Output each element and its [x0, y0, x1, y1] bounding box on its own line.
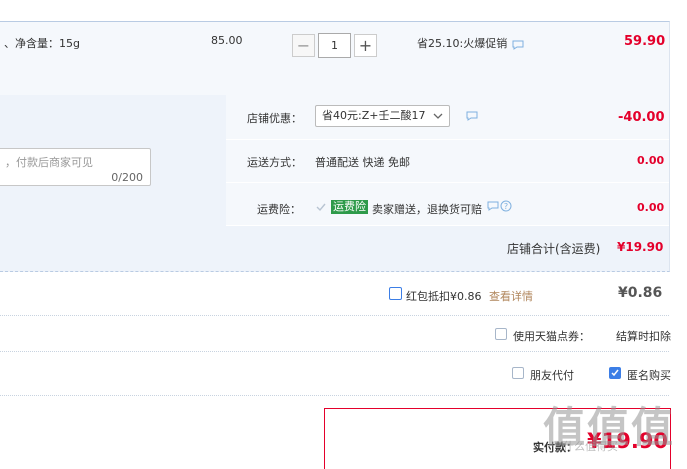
shop-discount-amount: -40.00: [618, 110, 665, 125]
redpacket-label: 红包抵扣¥0.86: [406, 290, 482, 303]
shop-discount-select[interactable]: 省40元:Z+壬二酸17: [315, 105, 450, 127]
help-icon[interactable]: ?: [500, 200, 512, 215]
points-note: 结算时扣除: [616, 330, 671, 343]
shop-subtotal-value: ¥19.90: [617, 240, 664, 254]
insurance-check-icon: [315, 201, 327, 216]
message-counter: 0/200: [111, 171, 143, 184]
quantity-increase-button[interactable]: +: [354, 34, 377, 57]
discount-chat-icon[interactable]: [466, 111, 478, 124]
item-original-price: 85.00: [211, 34, 243, 47]
message-placeholder: ，付款后商家可见: [5, 156, 93, 169]
divider: [226, 139, 669, 140]
friend-pay-label: 朋友代付: [530, 369, 574, 382]
divider: [0, 315, 669, 316]
insurance-chat-icon[interactable]: [487, 201, 499, 214]
divider: [226, 225, 669, 226]
shop-subtotal-label: 店铺合计(含运费): [507, 242, 601, 256]
item-spec: 、净含量：15g: [4, 37, 80, 50]
divider: [226, 182, 669, 183]
item-price: 59.90: [624, 34, 666, 49]
chevron-down-icon: [433, 109, 443, 129]
redpacket-details-link[interactable]: 查看详情: [489, 288, 533, 304]
svg-text:?: ?: [504, 202, 508, 211]
watermark-site: 什么值得买: [563, 440, 618, 453]
insurance-label: 运费险：: [257, 203, 301, 216]
shipping-label: 运送方式：: [247, 156, 302, 169]
points-label: 使用天猫点券：: [513, 330, 590, 343]
redpacket-checkbox[interactable]: [389, 287, 402, 300]
redpacket-amount: ¥0.86: [618, 285, 663, 301]
checkmark-icon: [611, 369, 619, 377]
insurance-amount: 0.00: [637, 201, 665, 214]
divider: [0, 351, 669, 352]
anonymous-checkbox[interactable]: [609, 367, 621, 379]
anonymous-label: 匿名购买: [627, 369, 671, 382]
insurance-desc: 卖家赠送，退换货可赔: [372, 203, 482, 216]
shop-discount-selected: 省40元:Z+壬二酸17: [322, 109, 426, 122]
friend-pay-checkbox[interactable]: [512, 367, 524, 379]
promo-chat-icon[interactable]: [512, 40, 524, 53]
points-checkbox[interactable]: [495, 328, 507, 340]
shipping-amount: 0.00: [637, 154, 665, 167]
shop-discount-label: 店铺优惠：: [247, 112, 302, 125]
quantity-input[interactable]: 1: [318, 33, 351, 58]
shipping-value: 普通配送 快递 免邮: [315, 156, 410, 169]
item-promo-text: 省25.10:火爆促销: [417, 37, 508, 50]
quantity-decrease-button[interactable]: −: [292, 34, 315, 57]
buyer-message-textarea[interactable]: ，付款后商家可见 0/200: [0, 148, 151, 186]
insurance-badge: 运费险: [331, 200, 368, 214]
